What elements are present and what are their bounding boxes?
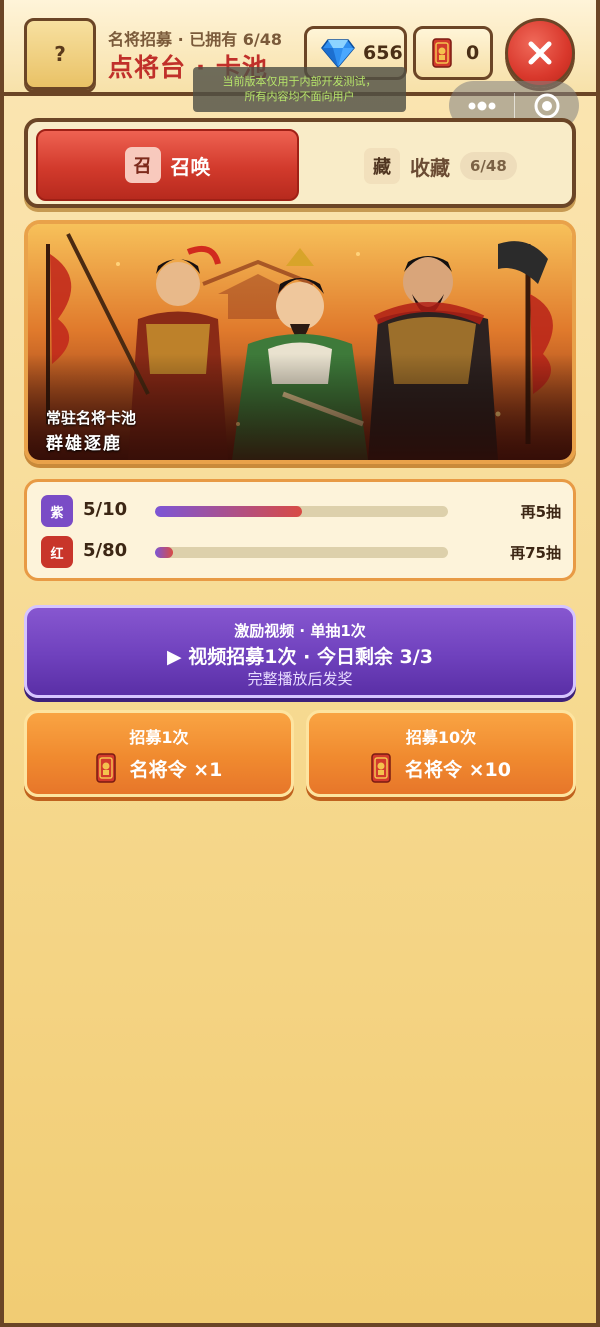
tab-collection[interactable]: 藏 收藏 6/48 — [364, 146, 517, 186]
pool-tabs: 召 召唤 藏 收藏 6/48 — [24, 118, 576, 208]
close-button[interactable] — [505, 18, 575, 88]
recruit-1-button[interactable]: 招募1次 名将令 ×1 — [24, 710, 294, 797]
video-button-label: ▶ 视频招募1次 · 今日剩余 3/3 — [167, 646, 433, 668]
dev-test-notice: 当前版本仅用于内部开发测试， 所有内容均不面向用户 — [193, 67, 406, 112]
recruit-1-cost: 名将令 ×1 — [27, 753, 291, 783]
more-dots-icon — [468, 101, 495, 110]
recruit-10-cost-label: 名将令 ×10 — [405, 758, 511, 781]
video-button-note: 完整播放后发奖 — [247, 670, 353, 688]
pity-row-red: 红 5/80 再75抽 — [41, 536, 561, 568]
close-icon — [528, 41, 552, 65]
dev-notice-line-1: 当前版本仅用于内部开发测试， — [222, 75, 377, 88]
banner-title: 群雄逐鹿 — [46, 434, 122, 454]
recruit-10-title: 招募10次 — [405, 728, 477, 747]
recruit-10-cost: 名将令 ×10 — [309, 753, 573, 783]
collection-count: 6/48 — [460, 152, 517, 180]
purple-progress-fill — [155, 506, 302, 517]
tab-summon-label: 召唤 — [170, 154, 211, 179]
purple-progress-bar — [155, 506, 448, 517]
pool-banner[interactable]: 常驻名将卡池 群雄逐鹿 — [24, 220, 576, 464]
red-pity-count: 5/80 — [83, 540, 128, 561]
recruit-1-cost-label: 名将令 ×1 — [129, 758, 223, 781]
banner-subtitle: 常驻名将卡池 — [46, 409, 137, 427]
red-rarity-badge: 红 — [41, 536, 73, 568]
help-button[interactable]: ? — [24, 18, 96, 90]
diamond-icon — [321, 39, 355, 68]
token-count: 0 — [466, 42, 480, 64]
tab-collection-label: 收藏 — [410, 155, 450, 180]
red-progress-fill — [155, 547, 174, 558]
recruit-10-button[interactable]: 招募10次 名将令 ×10 — [306, 710, 576, 797]
purple-pity-count: 5/10 — [83, 499, 128, 520]
red-progress-bar — [155, 547, 448, 558]
summon-badge: 召 — [124, 147, 161, 183]
purple-pulls-remaining: 再5抽 — [520, 503, 561, 521]
red-pulls-remaining: 再75抽 — [510, 544, 561, 562]
video-recruit-button[interactable]: 激励视频 · 单抽1次 ▶ 视频招募1次 · 今日剩余 3/3 完整播放后发奖 — [24, 605, 576, 698]
purple-rarity-badge: 紫 — [41, 495, 73, 527]
token-balance[interactable]: 0 — [413, 26, 493, 80]
collection-badge: 藏 — [364, 148, 400, 184]
dev-notice-line-2: 所有内容均不面向用户 — [244, 90, 355, 103]
gem-count: 656 — [363, 42, 403, 64]
video-button-caption: 激励视频 · 单抽1次 — [234, 622, 366, 640]
target-circle-icon — [534, 93, 560, 118]
pity-row-purple: 紫 5/10 再5抽 — [41, 495, 561, 527]
general-token-icon — [371, 753, 391, 783]
general-token-icon — [95, 753, 116, 783]
page-subtitle: 名将招募 · 已拥有 6/48 — [108, 30, 283, 49]
general-token-icon — [432, 38, 452, 68]
tab-summon[interactable]: 召 召唤 — [36, 129, 299, 201]
recruit-1-title: 招募1次 — [129, 728, 189, 747]
pity-progress-panel: 紫 5/10 再5抽 红 5/80 再75抽 — [24, 479, 576, 581]
